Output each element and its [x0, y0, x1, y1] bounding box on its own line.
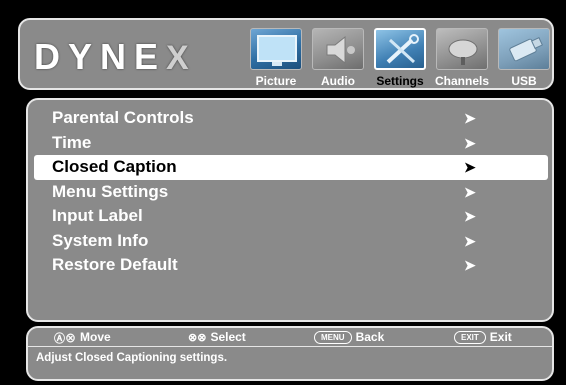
menu-item-time[interactable]: Time ➤ [34, 131, 548, 156]
hint-select: ⊗⊗ Select [188, 330, 246, 344]
help-description: Adjust Closed Captioning settings. [36, 352, 228, 364]
tab-usb-label: USB [511, 74, 537, 88]
hint-back: MENU Back [314, 330, 385, 345]
tab-settings[interactable]: Settings [370, 26, 430, 90]
tab-channels[interactable]: Channels [432, 26, 492, 90]
tab-picture[interactable]: Picture [246, 26, 306, 90]
menu-item-label: Input Label [52, 206, 143, 225]
menu-item-system-info[interactable]: System Info ➤ [34, 229, 548, 254]
hint-exit-label: Exit [489, 330, 512, 344]
tab-audio[interactable]: Audio [308, 26, 368, 90]
arrow-right-icon: ➤ [464, 134, 476, 151]
hint-move-label: Move [80, 330, 111, 345]
tools-icon [374, 28, 426, 70]
menu-item-label: Closed Caption [52, 157, 177, 176]
menu-item-parental-controls[interactable]: Parental Controls ➤ [34, 106, 548, 131]
hint-move: Ⓐ⊗ Move [54, 330, 111, 346]
menu-item-menu-settings[interactable]: Menu Settings ➤ [34, 180, 548, 205]
logo-x-mark: X [166, 39, 197, 77]
up-down-buttons-icon: Ⓐ⊗ [54, 333, 76, 345]
menu-item-input-label[interactable]: Input Label ➤ [34, 204, 548, 229]
arrow-right-icon: ➤ [464, 110, 476, 126]
satellite-dish-icon [436, 28, 488, 70]
arrow-right-icon: ➤ [464, 208, 476, 224]
menu-item-label: Parental Controls [52, 108, 194, 127]
usb-drive-icon [498, 28, 550, 70]
speaker-icon [312, 28, 364, 70]
left-right-buttons-icon: ⊗⊗ [188, 332, 207, 345]
menu-key-icon: MENU [314, 331, 352, 345]
settings-menu-panel: Parental Controls ➤ Time ➤ Closed Captio… [26, 98, 554, 322]
logo-text: DYNE [34, 36, 167, 77]
button-hints: Ⓐ⊗ Move ⊗⊗ Select MENU Back EXIT Exit [28, 328, 552, 347]
arrow-right-icon: ➤ [464, 183, 476, 200]
category-tabs: Picture Audio Settings Channels USB [246, 26, 554, 90]
tab-usb[interactable]: USB [494, 26, 554, 90]
hint-select-label: Select [210, 330, 246, 344]
help-footer: Ⓐ⊗ Move ⊗⊗ Select MENU Back EXIT Exit Adjust… [26, 326, 554, 381]
menu-item-restore-default[interactable]: Restore Default ➤ [34, 253, 548, 278]
arrow-right-icon: ➤ [464, 159, 476, 175]
menu-item-label: Restore Default [52, 255, 178, 274]
arrow-right-icon: ➤ [464, 257, 476, 273]
hint-exit: EXIT Exit [454, 330, 512, 345]
arrow-right-icon: ➤ [464, 232, 476, 249]
exit-key-icon: EXIT [454, 331, 486, 345]
menu-item-label: Menu Settings [52, 181, 169, 201]
tv-icon [250, 28, 302, 70]
menu-item-label: Time [52, 132, 92, 152]
dynex-logo: DYNEX [34, 36, 197, 78]
menu-item-closed-caption[interactable]: Closed Caption ➤ [34, 155, 548, 180]
hint-back-label: Back [355, 330, 385, 344]
settings-menu-list: Parental Controls ➤ Time ➤ Closed Captio… [34, 106, 548, 278]
menu-item-label: System Info [52, 230, 149, 250]
menu-header: DYNEX Picture Audio Settings Channels US… [18, 18, 554, 90]
